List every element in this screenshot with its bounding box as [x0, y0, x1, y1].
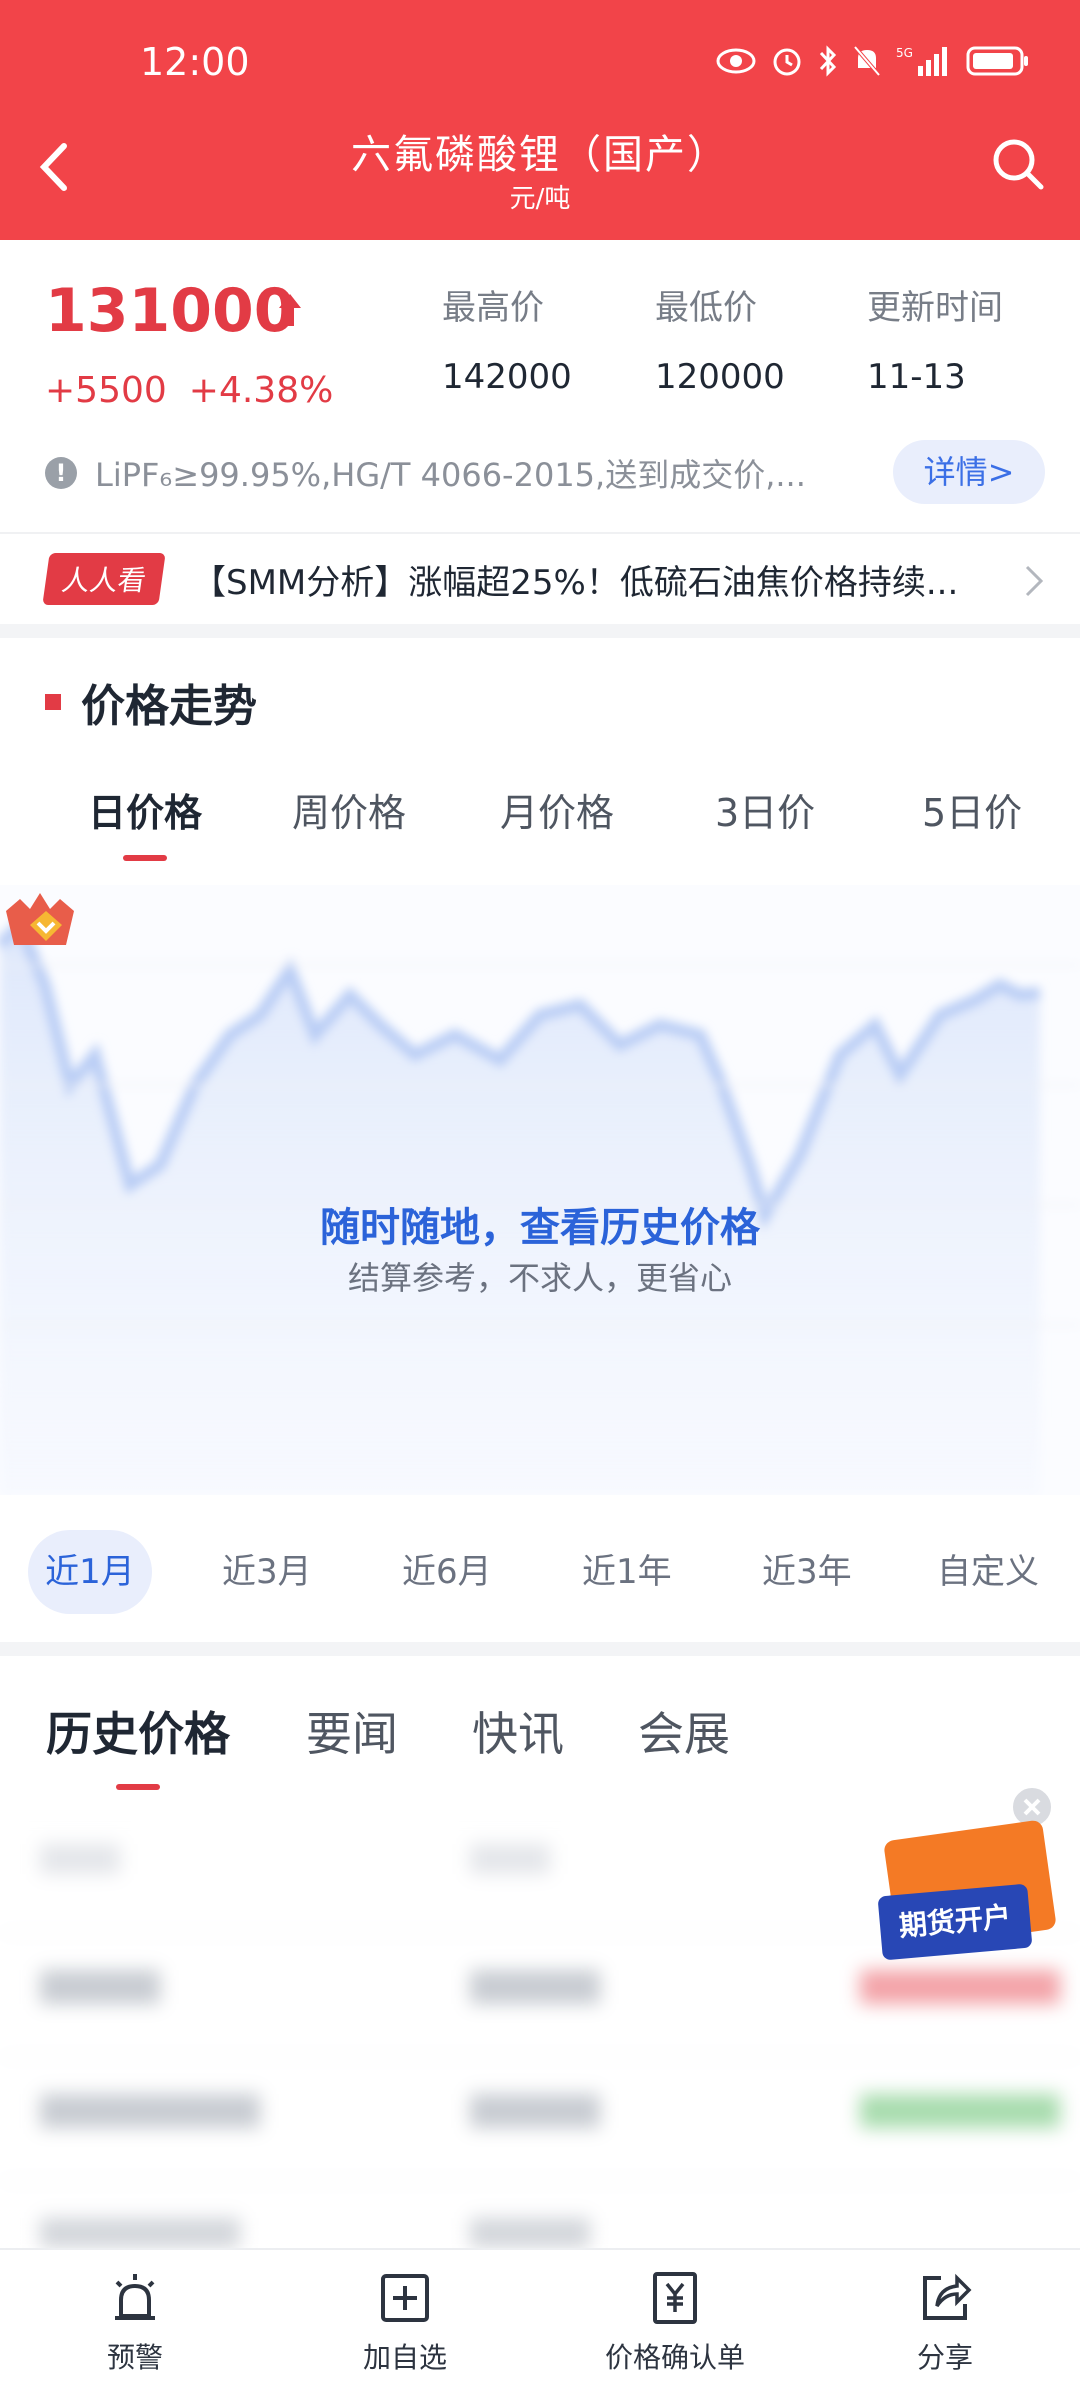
price-chart[interactable]: 随时随地，查看历史价格 结算参考，不求人，更省心	[0, 885, 1080, 1495]
stat-label: 最高价	[442, 288, 544, 328]
share-icon	[923, 2273, 972, 2320]
table-cell	[470, 1970, 600, 2004]
search-button[interactable]	[986, 132, 1050, 196]
section-divider	[0, 624, 1080, 638]
arrow-up-icon	[279, 294, 301, 326]
tab-3day-price[interactable]: 3日价	[715, 782, 815, 837]
table-cell	[40, 1970, 160, 2004]
futures-account-promo[interactable]: 期货开户	[877, 1780, 1060, 1980]
overlay-title: 随时随地，查看历史价格	[320, 1205, 760, 1251]
section-title-text: 价格走势	[81, 681, 257, 732]
tab-5day-price[interactable]: 5日价	[922, 782, 1022, 837]
detail-button[interactable]: 详情>	[893, 440, 1045, 504]
stat-label: 最低价	[655, 288, 757, 328]
table-cell	[40, 1844, 120, 1874]
range-3-years[interactable]: 近3年	[762, 1530, 852, 1614]
change-percent: +4.38%	[188, 370, 334, 411]
stat-value: 11-13	[867, 357, 966, 397]
nav-label: 分享	[916, 2341, 973, 2374]
bluetooth-icon	[818, 44, 838, 82]
status-icons: 5G	[716, 44, 1030, 82]
tab-label: 日价格	[88, 791, 203, 835]
tab-exhibitions[interactable]: 会展	[638, 1698, 730, 1764]
product-spec: LiPF₆≥99.95%,HG/T 4066-2015,送到成交价,...	[95, 456, 806, 494]
nav-price-confirmation[interactable]: 价格确认单	[575, 2270, 775, 2376]
tab-daily-price[interactable]: 日价格	[88, 782, 203, 861]
tab-news[interactable]: 要闻	[306, 1698, 398, 1764]
active-tab-indicator	[116, 1784, 160, 1790]
stat-label: 更新时间	[867, 288, 1003, 328]
content-tabs: 历史价格 要闻 快讯 会展	[0, 1660, 1080, 1790]
active-tab-indicator	[123, 855, 167, 861]
change-absolute: +5500	[45, 370, 167, 411]
stat-high: 最高价 142000	[442, 280, 572, 397]
tab-price-history[interactable]: 历史价格	[46, 1698, 230, 1790]
table-cell	[860, 2094, 1060, 2128]
range-6-months[interactable]: 近6月	[402, 1530, 492, 1614]
current-price: 131000	[45, 276, 296, 346]
news-headline[interactable]: 【SMM分析】涨幅超25%！低硫石油焦价格持续...	[192, 555, 982, 604]
app-header: 六氟磷酸锂（国产） 元/吨	[0, 110, 1080, 240]
nav-add-watchlist[interactable]: 加自选	[305, 2270, 505, 2376]
table-cell	[40, 2094, 260, 2128]
stat-value: 120000	[655, 357, 785, 397]
tab-monthly-price[interactable]: 月价格	[500, 782, 614, 837]
price-panel: 131000 +5500 +4.38% 最高价 142000 最低价 120000…	[0, 240, 1080, 530]
info-icon: !	[45, 457, 77, 489]
range-3-months[interactable]: 近3月	[222, 1530, 312, 1614]
stat-value: 142000	[442, 357, 572, 397]
section-divider	[0, 1642, 1080, 1656]
stat-update-time: 更新时间 11-13	[867, 280, 1003, 397]
tab-label: 历史价格	[46, 1707, 230, 1761]
time-range-tabs: 近1月 近3月 近6月 近1年 近3年 自定义	[0, 1500, 1080, 1640]
nav-label: 预警	[106, 2341, 163, 2374]
page-title: 六氟磷酸锂（国产）	[351, 132, 729, 178]
add-watchlist-icon	[381, 2274, 429, 2322]
promo-label: 期货开户	[877, 1883, 1033, 1961]
search-icon	[993, 139, 1044, 190]
mute-icon	[852, 44, 882, 82]
tab-weekly-price[interactable]: 周价格	[292, 782, 406, 837]
news-ticker[interactable]: 人人看 【SMM分析】涨幅超25%！低硫石油焦价格持续...	[0, 532, 1080, 624]
status-time: 12:00	[140, 40, 250, 84]
stat-low: 最低价 120000	[655, 280, 785, 397]
table-cell	[470, 2094, 600, 2128]
nav-share[interactable]: 分享	[845, 2270, 1045, 2376]
chart-lock-overlay[interactable]: 随时随地，查看历史价格 结算参考，不求人，更省心	[0, 885, 1080, 1495]
nav-label: 加自选	[362, 2341, 447, 2374]
svg-text:5G: 5G	[896, 46, 913, 60]
yuan-receipt-icon	[653, 2272, 697, 2324]
range-1-month[interactable]: 近1月	[28, 1530, 152, 1614]
range-1-year[interactable]: 近1年	[582, 1530, 672, 1614]
nav-label: 价格确认单	[604, 2341, 745, 2374]
price-change: +5500 +4.38%	[45, 370, 355, 411]
section-marker	[45, 694, 61, 710]
price-period-tabs: 日价格 周价格 月价格 3日价 5日价	[0, 770, 1080, 861]
section-title: 价格走势	[45, 670, 257, 734]
range-custom[interactable]: 自定义	[937, 1530, 1039, 1614]
alarm-bell-icon	[115, 2274, 155, 2320]
table-row	[0, 2056, 1080, 2176]
eye-icon	[716, 46, 756, 80]
chevron-right-icon	[1025, 565, 1044, 597]
table-cell	[470, 2218, 590, 2248]
alarm-icon	[770, 44, 804, 82]
table-cell	[40, 2218, 240, 2248]
tab-flash[interactable]: 快讯	[472, 1698, 564, 1764]
signal-5g-icon: 5G	[896, 44, 952, 82]
nav-alert[interactable]: 预警	[35, 2270, 235, 2376]
battery-icon	[966, 45, 1030, 81]
smm-logo-icon	[6, 893, 74, 945]
table-cell	[470, 1844, 550, 1874]
bottom-action-bar: 预警 加自选 价格确认单 分享	[0, 2248, 1080, 2400]
news-badge: 人人看	[42, 553, 166, 605]
overlay-subtitle: 结算参考，不求人，更省心	[347, 1259, 732, 1297]
spec-row: ! LiPF₆≥99.95%,HG/T 4066-2015,送到成交价,... …	[45, 440, 1045, 506]
price-unit: 元/吨	[509, 184, 571, 214]
